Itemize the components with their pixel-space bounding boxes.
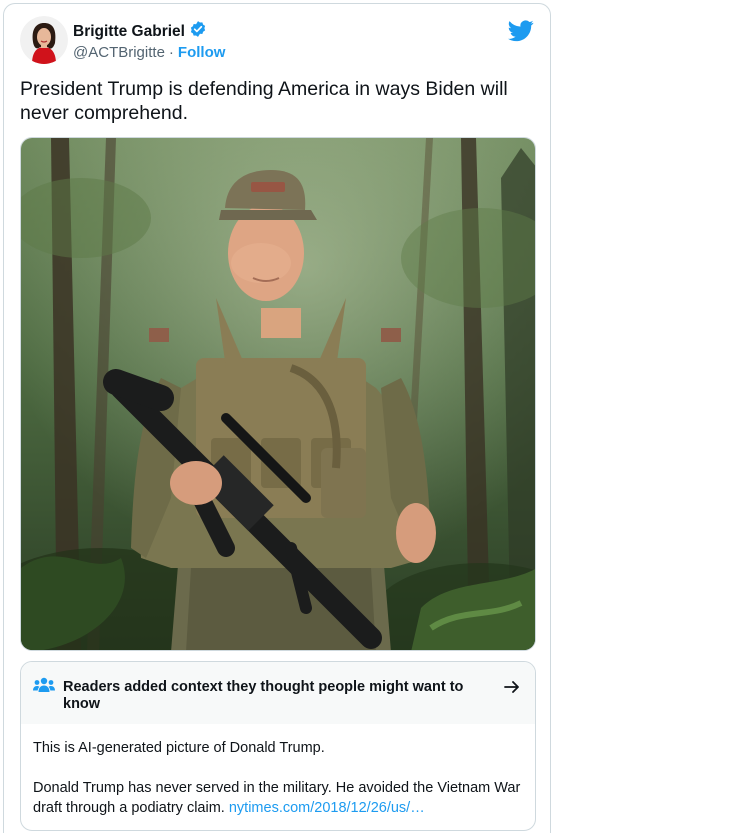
tweet-text: President Trump is defending America in … <box>20 78 508 124</box>
tweet-header: Brigitte Gabriel @ACTBrigitte · Follow <box>20 16 536 68</box>
community-note-source-link[interactable]: nytimes.com/2018/12/26/us/… <box>229 800 425 816</box>
twitter-bird-icon[interactable] <box>508 20 534 42</box>
handle-separator: · <box>168 44 174 61</box>
arrow-right-icon[interactable] <box>503 678 521 696</box>
community-note[interactable]: Readers added context they thought peopl… <box>20 661 536 831</box>
community-note-title: Readers added context they thought peopl… <box>63 679 464 712</box>
verified-badge-icon <box>189 20 207 43</box>
tweet-photo[interactable] <box>20 137 536 651</box>
people-icon <box>33 676 55 694</box>
author-handle-row: @ACTBrigitte · Follow <box>73 44 225 61</box>
community-note-line-1: This is AI-generated picture of Donald T… <box>33 740 325 756</box>
author-handle[interactable]: @ACTBrigitte <box>73 44 165 61</box>
tweet-card: Brigitte Gabriel @ACTBrigitte · Follow P… <box>3 3 551 833</box>
follow-link[interactable]: Follow <box>178 44 226 61</box>
community-note-line-2: Donald Trump has never served in the mil… <box>33 778 525 818</box>
author-name-row: Brigitte Gabriel <box>73 20 207 43</box>
author-avatar[interactable] <box>20 16 68 64</box>
author-display-name[interactable]: Brigitte Gabriel <box>73 23 185 41</box>
community-note-body: This is AI-generated picture of Donald T… <box>33 738 525 818</box>
community-note-header[interactable]: Readers added context they thought peopl… <box>21 662 535 724</box>
